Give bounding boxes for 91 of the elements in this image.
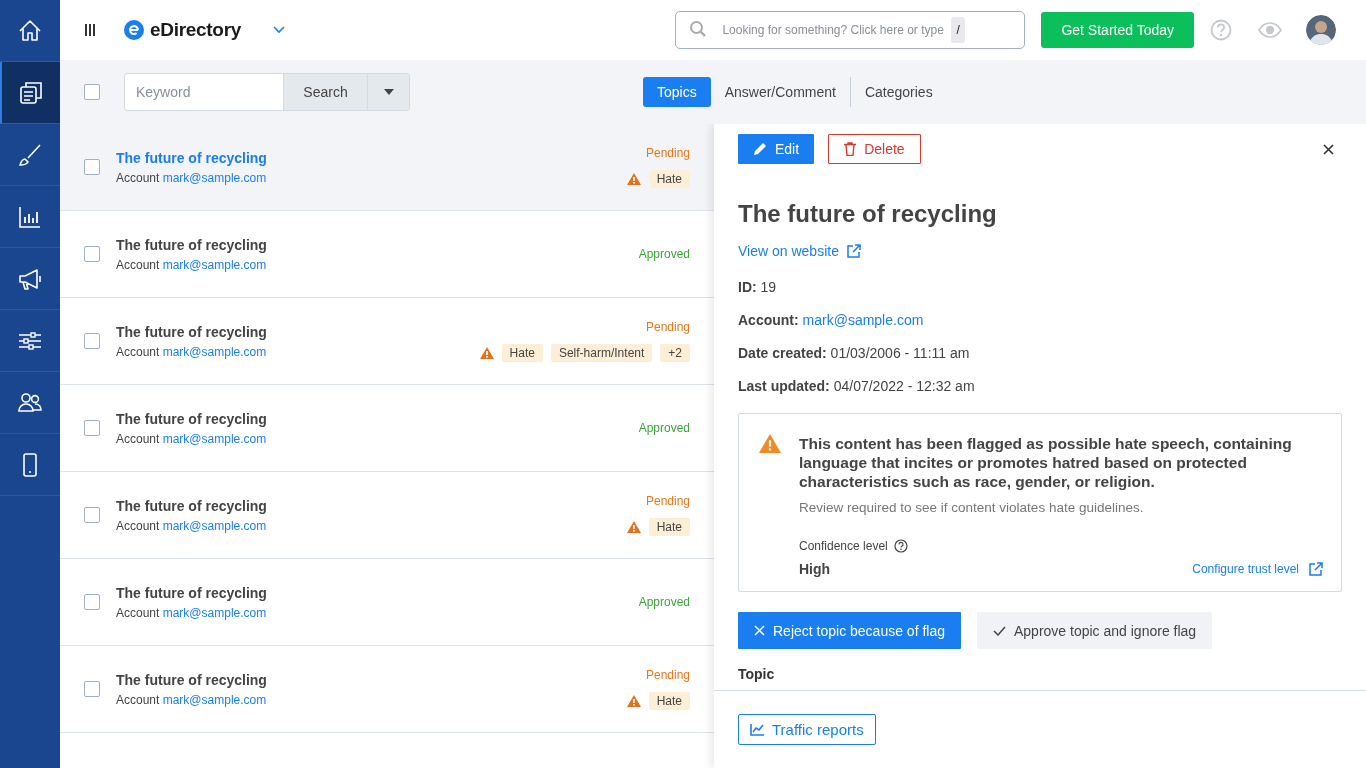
account-link[interactable]: mark@sample.com — [162, 431, 267, 446]
help-icon — [893, 539, 908, 553]
account-label: Account — [116, 692, 160, 707]
field-value: 04/07/2022 - 12:32 am — [833, 378, 975, 394]
status-label: Approved — [638, 247, 690, 261]
configure-trust-link[interactable]: Configure trust level — [1192, 562, 1323, 576]
edit-button[interactable]: Edit — [738, 134, 815, 164]
account-label: Account — [116, 431, 160, 446]
checkbox[interactable] — [84, 159, 100, 175]
field-value: 01/03/2006 - 11:11 am — [830, 345, 970, 361]
eye-icon — [1258, 22, 1282, 38]
topic-title[interactable]: The future of recycling — [116, 671, 267, 688]
alert-note: Review required to see if content violates hate guidelines. — [799, 500, 1145, 515]
field-label: Date created: — [738, 345, 827, 361]
field-label: Last updated: — [738, 378, 830, 394]
status-label: Pending — [645, 146, 690, 160]
tab[interactable]: Topics — [643, 77, 711, 107]
field-label: ID: — [738, 279, 757, 295]
confidence-value: High — [799, 561, 831, 577]
account-link[interactable]: mark@sample.com — [162, 605, 267, 620]
sidebar-item[interactable] — [0, 62, 60, 124]
flag-tag: Hate — [648, 692, 690, 710]
status-label: Approved — [638, 595, 690, 609]
account-label: Account — [116, 257, 160, 272]
checkbox[interactable] — [84, 507, 100, 523]
flag-tag: Self-harm/Intent — [550, 344, 653, 362]
menu-icon — [84, 24, 96, 36]
checkbox[interactable] — [84, 84, 100, 100]
line-chart-icon — [750, 723, 764, 736]
approve-button[interactable]: Approve topic and ignore flag — [977, 612, 1213, 649]
warning-icon — [479, 347, 494, 359]
alert-message: This content has been flagged as possible hate speech, containing language that incites or promotes hatred based on protected characteristics such as race, gender, or religion. — [799, 434, 1293, 491]
status-label: Approved — [638, 421, 690, 435]
reject-button[interactable]: Reject topic because of flag — [738, 612, 961, 649]
status-label: Pending — [645, 494, 690, 508]
flag-tag: +2 — [660, 344, 690, 362]
tab[interactable]: Answer/Comment — [710, 77, 850, 107]
warning-icon — [759, 434, 781, 453]
status-label: Pending — [645, 320, 690, 334]
topic-title[interactable]: The future of recycling — [116, 497, 267, 514]
delete-button[interactable]: Delete — [828, 134, 921, 164]
close-icon — [1323, 143, 1334, 155]
trash-icon — [844, 142, 857, 156]
checkbox[interactable] — [84, 420, 100, 436]
search-icon — [689, 20, 708, 38]
external-link-icon — [1309, 562, 1323, 576]
pencil-icon — [753, 142, 767, 156]
topic-title[interactable]: The future of recycling — [116, 410, 267, 427]
check-icon — [993, 625, 1006, 636]
account-link[interactable]: mark@sample.com — [162, 344, 267, 359]
checkbox[interactable] — [84, 681, 100, 697]
topic-title[interactable]: The future of recycling — [116, 323, 267, 340]
avatar-icon — [1306, 15, 1336, 45]
detail-title: The future of recycling — [738, 200, 998, 228]
warning-icon — [626, 173, 641, 185]
brand-name: eDirectory — [150, 19, 241, 41]
account-label: Account — [116, 170, 160, 185]
shortcut-key: / — [951, 17, 965, 43]
account-link[interactable]: mark@sample.com — [162, 692, 267, 707]
account-label: Account — [116, 518, 160, 533]
checkbox[interactable] — [84, 594, 100, 610]
topic-title[interactable]: The future of recycling — [116, 584, 267, 601]
field-value: 19 — [760, 279, 777, 295]
confidence-label: Confidence level — [799, 539, 888, 553]
checkbox[interactable] — [84, 333, 100, 349]
topic-title[interactable]: The future of recycling — [116, 236, 267, 253]
account-link[interactable]: mark@sample.com — [802, 312, 924, 328]
traffic-reports-button[interactable]: Traffic reports — [738, 714, 876, 745]
account-link[interactable]: mark@sample.com — [162, 170, 267, 185]
topic-title[interactable]: The future of recycling — [116, 149, 267, 166]
warning-icon — [626, 521, 641, 533]
account-label: Account — [116, 605, 160, 620]
view-on-website-link[interactable]: View on website — [738, 243, 861, 259]
status-label: Pending — [645, 668, 690, 682]
external-link-icon — [846, 244, 861, 258]
flag-tag: Hate — [648, 518, 690, 536]
account-link[interactable]: mark@sample.com — [162, 257, 267, 272]
tab[interactable]: Categories — [850, 77, 947, 107]
checkbox[interactable] — [84, 246, 100, 262]
account-link[interactable]: mark@sample.com — [162, 518, 267, 533]
flag-tag: Hate — [648, 170, 690, 188]
flag-tag: Hate — [501, 344, 543, 362]
topic-row[interactable]: The future of recycling Account mark@sample.com Pending Hate — [60, 124, 714, 211]
warning-icon — [626, 695, 641, 707]
field-label: Account: — [738, 312, 799, 328]
section-heading: Topic — [738, 666, 776, 682]
chevron-down-icon — [273, 26, 285, 34]
close-icon — [754, 625, 765, 636]
logo-icon — [124, 20, 144, 40]
help-icon — [1210, 19, 1232, 41]
account-label: Account — [116, 344, 160, 359]
